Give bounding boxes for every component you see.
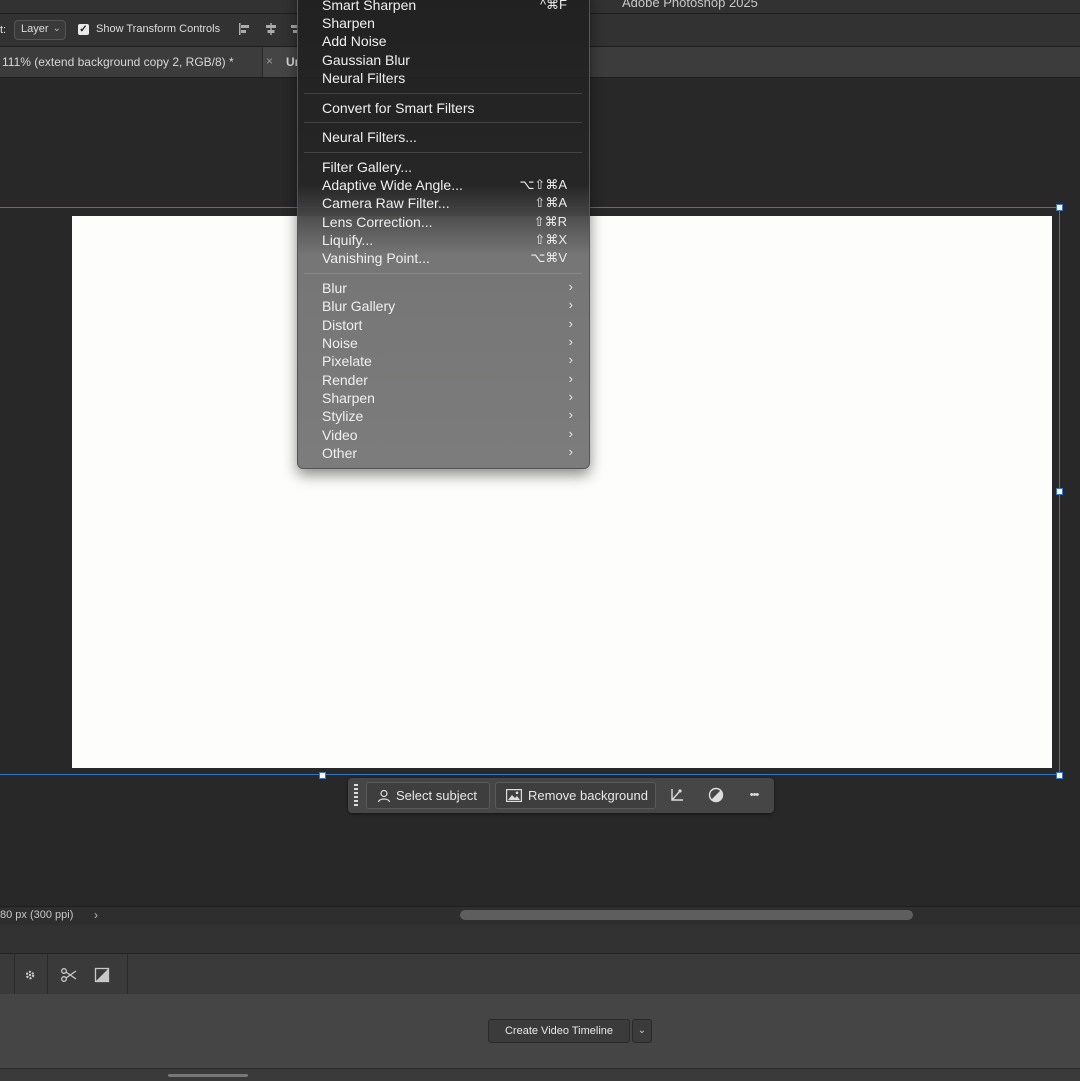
shortcut-adaptive-wide-angle: ⌥⇧⌘A (519, 177, 567, 192)
menu-separator (304, 273, 582, 274)
tab-document-label[interactable]: 111% (extend background copy 2, RGB/8) * (2, 55, 234, 69)
filter-menu: Smart Sharpen ^⌘F Sharpen Add Noise Gaus… (297, 0, 590, 469)
chevron-right-icon: › (568, 316, 573, 331)
shortcut-vanishing-point: ⌥⌘V (530, 250, 567, 265)
timeline-zoom-bar (0, 1068, 1080, 1081)
menu-item-noise[interactable]: Noise (322, 335, 358, 351)
chevron-right-icon: › (568, 371, 573, 386)
auto-select-label: t: (0, 24, 7, 36)
show-transform-controls-label[interactable]: Show Transform Controls (96, 23, 220, 35)
transform-handle-bottom-right[interactable] (1056, 772, 1063, 779)
menu-item-neural-filters-recent[interactable]: Neural Filters (322, 70, 405, 86)
person-icon (377, 789, 391, 803)
align-left-edges-icon[interactable] (238, 22, 252, 36)
close-icon[interactable]: × (266, 54, 273, 68)
crop-transform-icon[interactable] (668, 786, 686, 804)
remove-background-button[interactable]: Remove background (495, 782, 656, 809)
menu-separator (304, 152, 582, 153)
shortcut-camera-raw-filter: ⇧⌘A (534, 195, 567, 210)
menu-item-vanishing-point[interactable]: Vanishing Point... (322, 250, 430, 266)
chevron-right-icon[interactable]: › (94, 908, 98, 922)
auto-select-dropdown[interactable]: Layer ⌄ (14, 20, 66, 40)
menu-item-smart-sharpen[interactable]: Smart Sharpen (322, 0, 416, 13)
menu-item-neural-filters[interactable]: Neural Filters... (322, 129, 417, 145)
menu-separator (304, 122, 582, 123)
scissors-icon[interactable] (60, 966, 78, 984)
chevron-right-icon: › (568, 444, 573, 459)
chevron-down-icon: ⌄ (52, 23, 61, 34)
menu-item-stylize[interactable]: Stylize (322, 408, 363, 424)
remove-background-label: Remove background (528, 788, 648, 803)
align-horizontal-centers-icon[interactable] (264, 22, 278, 36)
menu-item-convert-smart-filters[interactable]: Convert for Smart Filters (322, 100, 474, 116)
menu-item-blur[interactable]: Blur (322, 280, 347, 296)
more-options-icon[interactable]: ••• (745, 786, 763, 804)
timeline-type-dropdown[interactable]: ⌄ (632, 1019, 652, 1043)
menu-item-blur-gallery[interactable]: Blur Gallery (322, 298, 395, 314)
chevron-right-icon: › (568, 426, 573, 441)
menu-item-filter-gallery[interactable]: Filter Gallery... (322, 159, 412, 175)
menu-item-sharpen[interactable]: Sharpen (322, 390, 375, 406)
timeline-zoom-slider[interactable] (168, 1074, 248, 1077)
transform-handle-bottom-center[interactable] (319, 772, 326, 779)
drag-handle-icon[interactable] (354, 784, 358, 808)
document-info: 80 px (300 ppi) (0, 909, 74, 921)
status-bar: 80 px (300 ppi) › (0, 906, 1080, 925)
menu-item-distort[interactable]: Distort (322, 317, 362, 333)
menu-separator (304, 93, 582, 94)
chevron-down-icon: ⌄ (637, 1025, 647, 1036)
chevron-right-icon: › (568, 389, 573, 404)
auto-select-value: Layer (21, 23, 49, 35)
timeline-toolbar (0, 953, 1080, 995)
menu-item-camera-raw-filter[interactable]: Camera Raw Filter... (322, 195, 450, 211)
toolbar-divider (47, 954, 48, 994)
chevron-right-icon: › (568, 334, 573, 349)
select-subject-label: Select subject (396, 788, 477, 803)
chevron-right-icon: › (568, 297, 573, 312)
menu-item-lens-correction[interactable]: Lens Correction... (322, 214, 433, 230)
shortcut-liquify: ⇧⌘X (534, 232, 567, 247)
menu-item-adaptive-wide-angle[interactable]: Adaptive Wide Angle... (322, 177, 463, 193)
shortcut-lens-correction: ⇧⌘R (533, 214, 567, 229)
chevron-right-icon: › (568, 279, 573, 294)
align-right-edges-icon[interactable] (290, 22, 297, 36)
adjustment-layer-icon[interactable] (707, 786, 725, 804)
app-title: Adobe Photoshop 2025 (622, 0, 758, 10)
menu-item-other[interactable]: Other (322, 445, 357, 461)
gear-icon[interactable] (21, 966, 39, 984)
horizontal-scrollbar[interactable] (460, 910, 913, 920)
image-icon (506, 789, 522, 802)
menu-item-video[interactable]: Video (322, 427, 358, 443)
chevron-right-icon: › (568, 407, 573, 422)
menu-item-render[interactable]: Render (322, 372, 368, 388)
create-video-timeline-button[interactable]: Create Video Timeline (488, 1019, 630, 1043)
select-subject-button[interactable]: Select subject (366, 782, 490, 809)
menu-item-pixelate[interactable]: Pixelate (322, 353, 372, 369)
transform-handle-middle-right[interactable] (1056, 488, 1063, 495)
menu-item-liquify[interactable]: Liquify... (322, 232, 373, 248)
transform-handle-top-right[interactable] (1056, 204, 1063, 211)
transition-icon[interactable] (93, 966, 111, 984)
timeline-panel-header (0, 925, 1080, 953)
toolbar-divider (14, 954, 15, 994)
menu-item-add-noise[interactable]: Add Noise (322, 33, 387, 49)
toolbar-divider (127, 954, 128, 994)
show-transform-controls-checkbox[interactable]: ✓ (78, 24, 89, 35)
menu-item-sharpen-recent[interactable]: Sharpen (322, 15, 375, 31)
chevron-right-icon: › (568, 352, 573, 367)
menu-item-gaussian-blur[interactable]: Gaussian Blur (322, 52, 410, 68)
contextual-task-bar: Select subject Remove background ••• (348, 778, 774, 813)
shortcut-smart-sharpen: ^⌘F (539, 0, 567, 12)
